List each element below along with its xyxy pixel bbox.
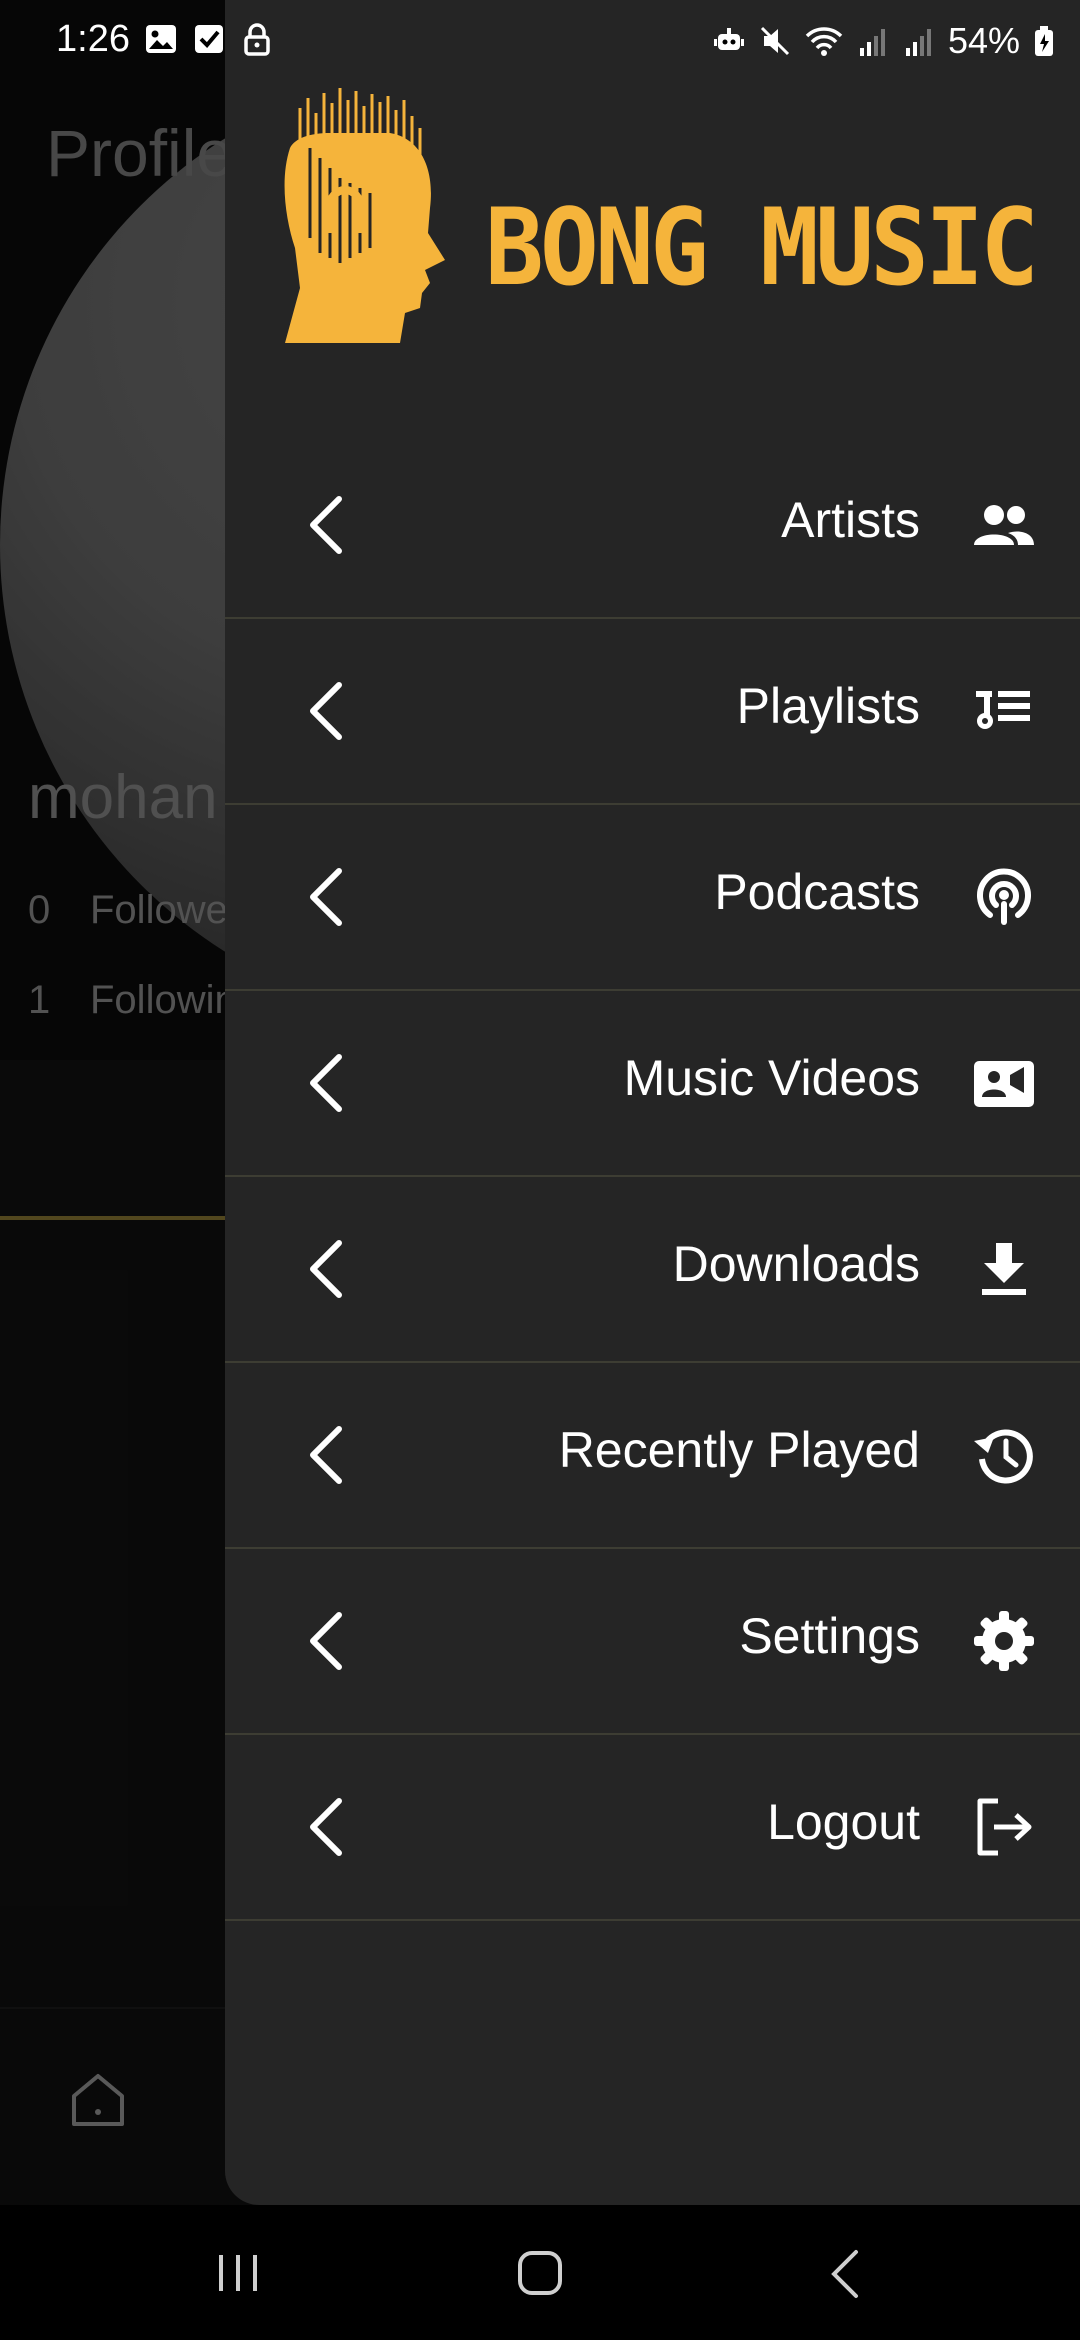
robot-icon (713, 28, 744, 50)
mute-icon (760, 26, 789, 56)
menu-item-label: Recently Played (558, 1422, 920, 1478)
menu-item-label: Downloads (672, 1236, 920, 1292)
status-left-icons (144, 22, 274, 56)
menu-item-settings[interactable]: Settings (225, 1549, 1080, 1735)
image-icon (146, 25, 176, 53)
chevron-left-icon (310, 1798, 342, 1856)
drawer-menu: Artists Playlists Podcasts Music Videos … (225, 433, 1080, 1921)
brand-logo: BONG MUSIC (270, 88, 1050, 348)
menu-item-label: Podcasts (714, 864, 920, 920)
chevron-left-icon (310, 1426, 342, 1484)
battery-charging-icon (1035, 26, 1053, 56)
podcast-icon (977, 868, 1031, 925)
menu-item-label: Logout (767, 1794, 920, 1850)
history-icon (974, 1429, 1033, 1484)
signal-icon (905, 29, 931, 56)
lock-icon (244, 23, 270, 56)
head-logo-icon (284, 88, 445, 343)
menu-item-downloads[interactable]: Downloads (225, 1177, 1080, 1363)
recent-apps-icon[interactable] (213, 2253, 263, 2293)
menu-item-label: Music Videos (623, 1050, 920, 1106)
wifi-icon (805, 27, 843, 56)
home-button-icon[interactable] (517, 2250, 563, 2296)
system-navigation-bar (0, 2205, 1080, 2340)
menu-item-logout[interactable]: Logout (225, 1735, 1080, 1921)
menu-item-recently-played[interactable]: Recently Played (225, 1363, 1080, 1549)
status-time: 1:26 (56, 18, 130, 60)
playlist-icon (976, 691, 1030, 729)
menu-item-playlists[interactable]: Playlists (225, 619, 1080, 805)
download-icon (982, 1243, 1026, 1295)
navigation-drawer: BONG MUSIC Artists Playlists Podcasts Mu… (225, 0, 1080, 2205)
video-camera-icon (974, 1061, 1034, 1107)
status-bar: 1:26 54% (0, 0, 1080, 84)
menu-item-artists[interactable]: Artists (225, 433, 1080, 619)
chevron-left-icon (310, 868, 342, 926)
status-right-icons: 54% (712, 20, 1056, 62)
menu-item-music-videos[interactable]: Music Videos (225, 991, 1080, 1177)
people-icon (974, 505, 1034, 545)
chevron-left-icon (310, 682, 342, 740)
checkbox-icon (195, 25, 223, 53)
gear-icon (974, 1611, 1034, 1671)
chevron-left-icon (310, 1612, 342, 1670)
menu-item-label: Playlists (736, 678, 920, 734)
chevron-left-icon (310, 1240, 342, 1298)
menu-item-label: Settings (739, 1608, 920, 1664)
logout-icon (977, 1798, 1032, 1856)
battery-percentage: 54% (947, 20, 1020, 61)
brand-name: BONG MUSIC (485, 186, 1039, 309)
signal-icon (859, 29, 885, 56)
back-icon[interactable] (830, 2249, 860, 2299)
chevron-left-icon (310, 1054, 342, 1112)
menu-item-label: Artists (781, 492, 920, 548)
chevron-left-icon (310, 496, 342, 554)
menu-item-podcasts[interactable]: Podcasts (225, 805, 1080, 991)
